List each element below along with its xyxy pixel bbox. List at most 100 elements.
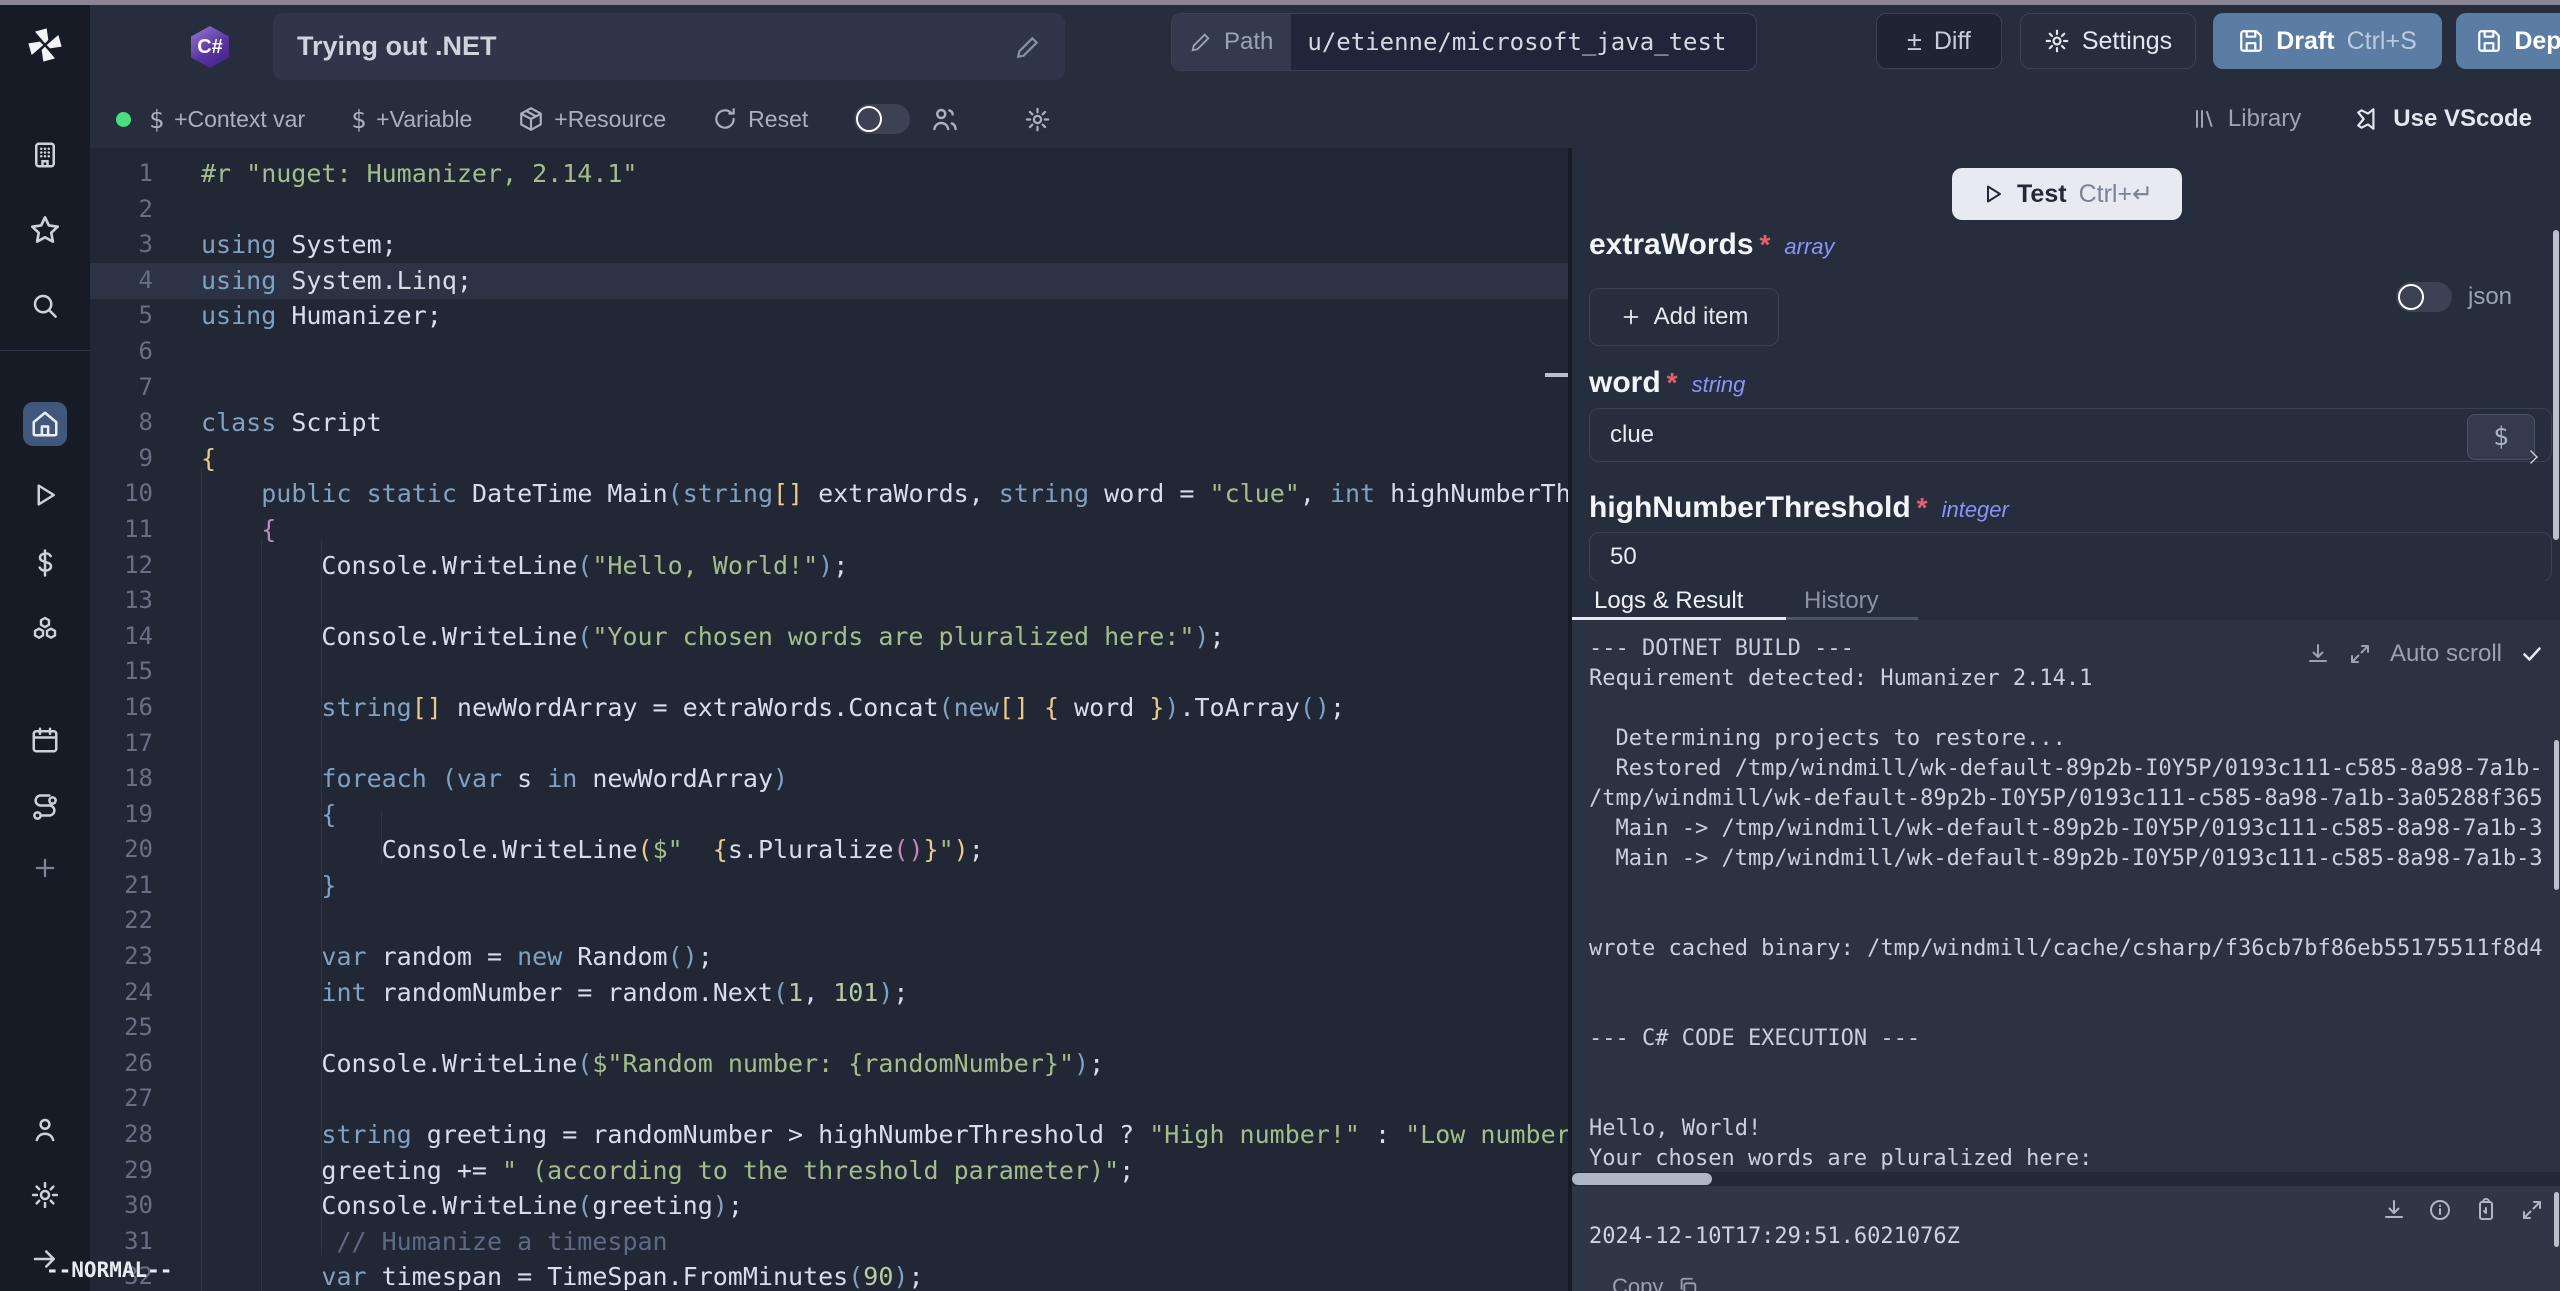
logs-vertical-scrollbar[interactable] [2554, 740, 2559, 890]
result-vertical-scrollbar[interactable] [2554, 1192, 2559, 1247]
copy-button[interactable]: Copy [1612, 1274, 1699, 1291]
code-line[interactable]: using System; [201, 227, 1568, 263]
code-line[interactable] [201, 370, 1568, 406]
scrollbar-thumb[interactable] [1572, 1173, 1712, 1185]
script-title-input[interactable]: Trying out .NET [273, 13, 1065, 80]
download-icon[interactable] [2382, 1198, 2406, 1222]
editor-settings-gear-icon[interactable] [1024, 106, 1051, 133]
code-line[interactable] [201, 1010, 1568, 1046]
code-line[interactable] [201, 1081, 1568, 1117]
code-editor[interactable]: 1234567891011121314151617181920212223242… [90, 148, 1568, 1291]
logs-horizontal-scrollbar[interactable] [1572, 1172, 2560, 1186]
code-line[interactable] [201, 654, 1568, 690]
logs-output[interactable]: --- DOTNET BUILD ---Requirement detected… [1572, 620, 2560, 1172]
code-line[interactable]: { [201, 797, 1568, 833]
code-line[interactable]: int randomNumber = random.Next(1, 101); [201, 975, 1568, 1011]
code-line[interactable]: using System.Linq; [201, 263, 1568, 299]
expand-icon[interactable] [2348, 642, 2372, 666]
tab-history[interactable]: History [1804, 587, 1879, 615]
code-line[interactable]: greeting += " (according to the threshol… [201, 1153, 1568, 1189]
library-bars-icon [2192, 107, 2216, 131]
insert-variable-dollar-button[interactable]: $ [2467, 414, 2535, 460]
sidebar-item-home[interactable] [23, 402, 67, 446]
add-item-button[interactable]: Add item [1589, 288, 1779, 346]
code-line[interactable]: class Script [201, 405, 1568, 441]
settings-button[interactable]: Settings [2020, 13, 2196, 69]
code-line[interactable]: var random = new Random(); [201, 939, 1568, 975]
sidebar-item-resources[interactable] [23, 608, 67, 652]
overview-ruler-marker[interactable] [1545, 373, 1568, 377]
download-icon[interactable] [2306, 642, 2330, 666]
edit-pencil-icon [1190, 31, 1212, 53]
code-line[interactable]: string greeting = randomNumber > highNum… [201, 1117, 1568, 1153]
sidebar-item-runs[interactable] [23, 473, 67, 517]
sidebar-item-flows-route-icon[interactable] [23, 786, 67, 830]
code-line[interactable]: { [201, 512, 1568, 548]
code-line[interactable]: Console.WriteLine($" {s.Pluralize()}"); [201, 832, 1568, 868]
workspace-building-icon[interactable] [23, 133, 67, 177]
code-line[interactable]: using Humanizer; [201, 298, 1568, 334]
add-context-var-button[interactable]: $ +Context var [149, 105, 305, 134]
code-line[interactable]: #r "nuget: Humanizer, 2.14.1" [201, 156, 1568, 192]
line-number: 2 [90, 192, 165, 228]
code-line[interactable]: Console.WriteLine($"Random number: {rand… [201, 1046, 1568, 1082]
line-number: 25 [90, 1010, 165, 1046]
sidebar-item-add[interactable] [23, 846, 67, 890]
check-icon[interactable] [2520, 642, 2544, 666]
tab-logs-result[interactable]: Logs & Result [1594, 587, 1743, 615]
log-line: Main -> /tmp/windmill/wk-default-89p2b-I… [1589, 844, 2543, 874]
expand-icon[interactable] [2520, 1198, 2544, 1222]
edit-pencil-icon[interactable] [1015, 34, 1041, 60]
code-line[interactable]: { [201, 441, 1568, 477]
code-line[interactable] [201, 334, 1568, 370]
code-line[interactable]: foreach (var s in newWordArray) [201, 761, 1568, 797]
code-line[interactable]: string[] newWordArray = extraWords.Conca… [201, 690, 1568, 726]
field-type: integer [1942, 497, 2009, 523]
add-variable-button[interactable]: $ +Variable [351, 105, 472, 134]
sidebar-item-variables[interactable] [23, 541, 67, 585]
log-line: Requirement detected: Humanizer 2.14.1 [1589, 664, 2543, 694]
user-account-icon[interactable] [23, 1108, 67, 1152]
json-toggle[interactable] [2396, 282, 2452, 312]
windmill-logo[interactable] [23, 23, 67, 67]
path-field[interactable]: Path u/etienne/microsoft_java_test [1171, 13, 1757, 71]
diff-button[interactable]: ± Diff [1876, 13, 2002, 69]
log-line: /tmp/windmill/wk-default-89p2b-I0Y5P/019… [1589, 784, 2543, 814]
add-resource-button[interactable]: +Resource [518, 106, 666, 133]
line-number: 24 [90, 975, 165, 1011]
search-icon[interactable] [23, 284, 67, 328]
code-line[interactable]: // Humanize a timespan [201, 1224, 1568, 1260]
code-line[interactable] [201, 726, 1568, 762]
code-line[interactable]: Console.WriteLine("Hello, World!"); [201, 548, 1568, 584]
sidebar-item-schedules[interactable] [23, 718, 67, 762]
code-line[interactable] [201, 903, 1568, 939]
code-line[interactable]: Console.WriteLine("Your chosen words are… [201, 619, 1568, 655]
highnumberthreshold-input[interactable] [1589, 532, 2552, 582]
code-line[interactable]: public static DateTime Main(string[] ext… [201, 476, 1568, 512]
favorites-star-icon[interactable] [23, 208, 67, 252]
deploy-button[interactable]: Deploy [2456, 13, 2560, 69]
use-vscode-button[interactable]: Use VScode [2355, 105, 2532, 133]
line-number: 12 [90, 548, 165, 584]
code-line[interactable] [201, 583, 1568, 619]
panel-vertical-scrollbar[interactable] [2553, 230, 2559, 540]
code-line[interactable]: } [201, 868, 1568, 904]
code-content[interactable]: #r "nuget: Humanizer, 2.14.1" using Syste… [201, 156, 1568, 1291]
clipboard-icon[interactable] [2474, 1198, 2498, 1222]
line-number: 13 [90, 583, 165, 619]
test-button[interactable]: TestCtrl+↵ [1952, 168, 2182, 220]
settings-gear-icon[interactable] [23, 1173, 67, 1217]
script-title-text: Trying out .NET [297, 31, 497, 62]
draft-button[interactable]: DraftCtrl+S [2213, 13, 2442, 69]
code-line[interactable] [201, 192, 1568, 228]
collaborators-users-icon[interactable] [930, 104, 960, 134]
reset-button[interactable]: Reset [712, 106, 808, 133]
draft-shortcut: Ctrl+S [2347, 27, 2417, 56]
info-icon[interactable] [2428, 1198, 2452, 1222]
diff-mode-toggle[interactable] [854, 104, 910, 134]
code-line[interactable]: Console.WriteLine(greeting); [201, 1188, 1568, 1224]
log-line: Main -> /tmp/windmill/wk-default-89p2b-I… [1589, 814, 2543, 844]
code-line[interactable]: var timespan = TimeSpan.FromMinutes(90); [201, 1259, 1568, 1291]
word-input[interactable] [1589, 408, 2552, 462]
library-button[interactable]: Library [2192, 105, 2301, 133]
